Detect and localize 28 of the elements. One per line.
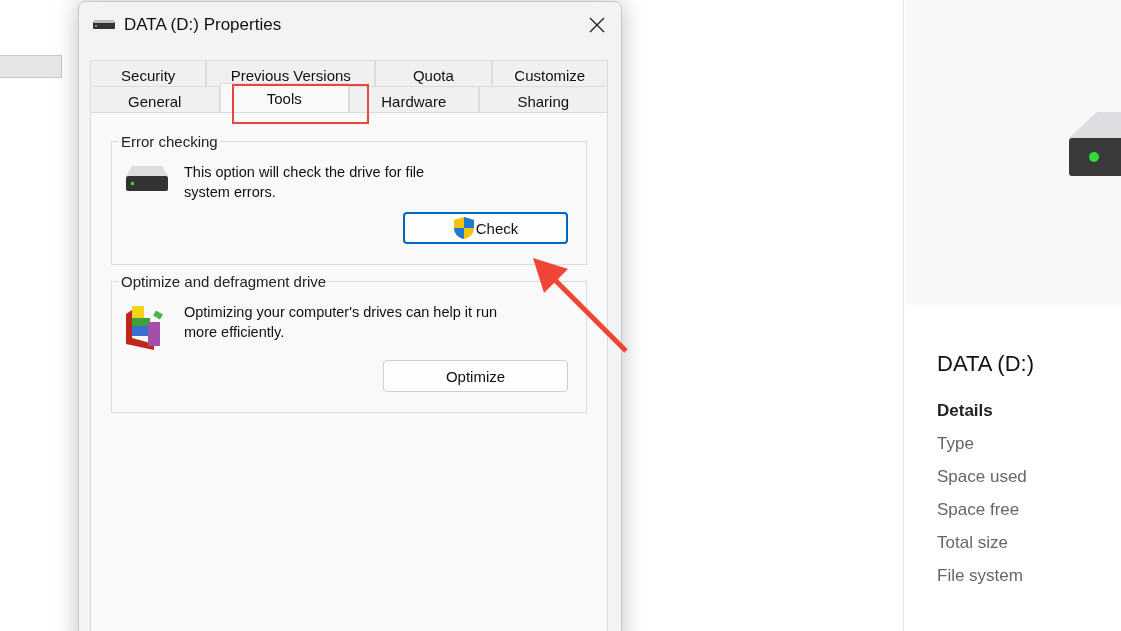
group-title: Optimize and defragment drive: [120, 273, 328, 290]
tab[interactable]: Previous Versions: [206, 60, 376, 86]
drive-icon: [126, 166, 168, 192]
tab[interactable]: Hardware: [349, 86, 479, 112]
close-button[interactable]: [587, 15, 607, 35]
property-label: Total size: [937, 533, 1009, 554]
tab[interactable]: Quota: [375, 60, 492, 86]
tab[interactable]: Tools: [219, 83, 349, 112]
tab[interactable]: General: [90, 86, 220, 112]
property-label: Space free: [937, 500, 1021, 521]
text-field[interactable]: [0, 55, 62, 78]
action-button[interactable]: Check: [403, 212, 568, 244]
tab[interactable]: Customize: [491, 60, 608, 86]
description-text: This option will check the drive for file system errors.: [184, 163, 426, 202]
window-title: DATA (D:) Properties: [124, 15, 283, 35]
drive-title: DATA (D:): [937, 351, 1035, 377]
group-title: Error checking: [120, 133, 219, 150]
drive-icon: [93, 20, 115, 30]
property-label: File system: [937, 566, 1024, 587]
property-label: Type: [937, 434, 975, 455]
section-heading: Details: [937, 401, 994, 421]
shield-icon: [452, 216, 475, 240]
drive-icon: [1069, 112, 1121, 176]
property-label: Space used: [937, 467, 1028, 488]
description-text: Optimizing your computer's drives can help it run more efficiently.: [184, 303, 499, 342]
tab[interactable]: Sharing: [478, 86, 608, 112]
tab[interactable]: Security: [90, 60, 207, 86]
action-button[interactable]: Optimize: [383, 360, 568, 392]
